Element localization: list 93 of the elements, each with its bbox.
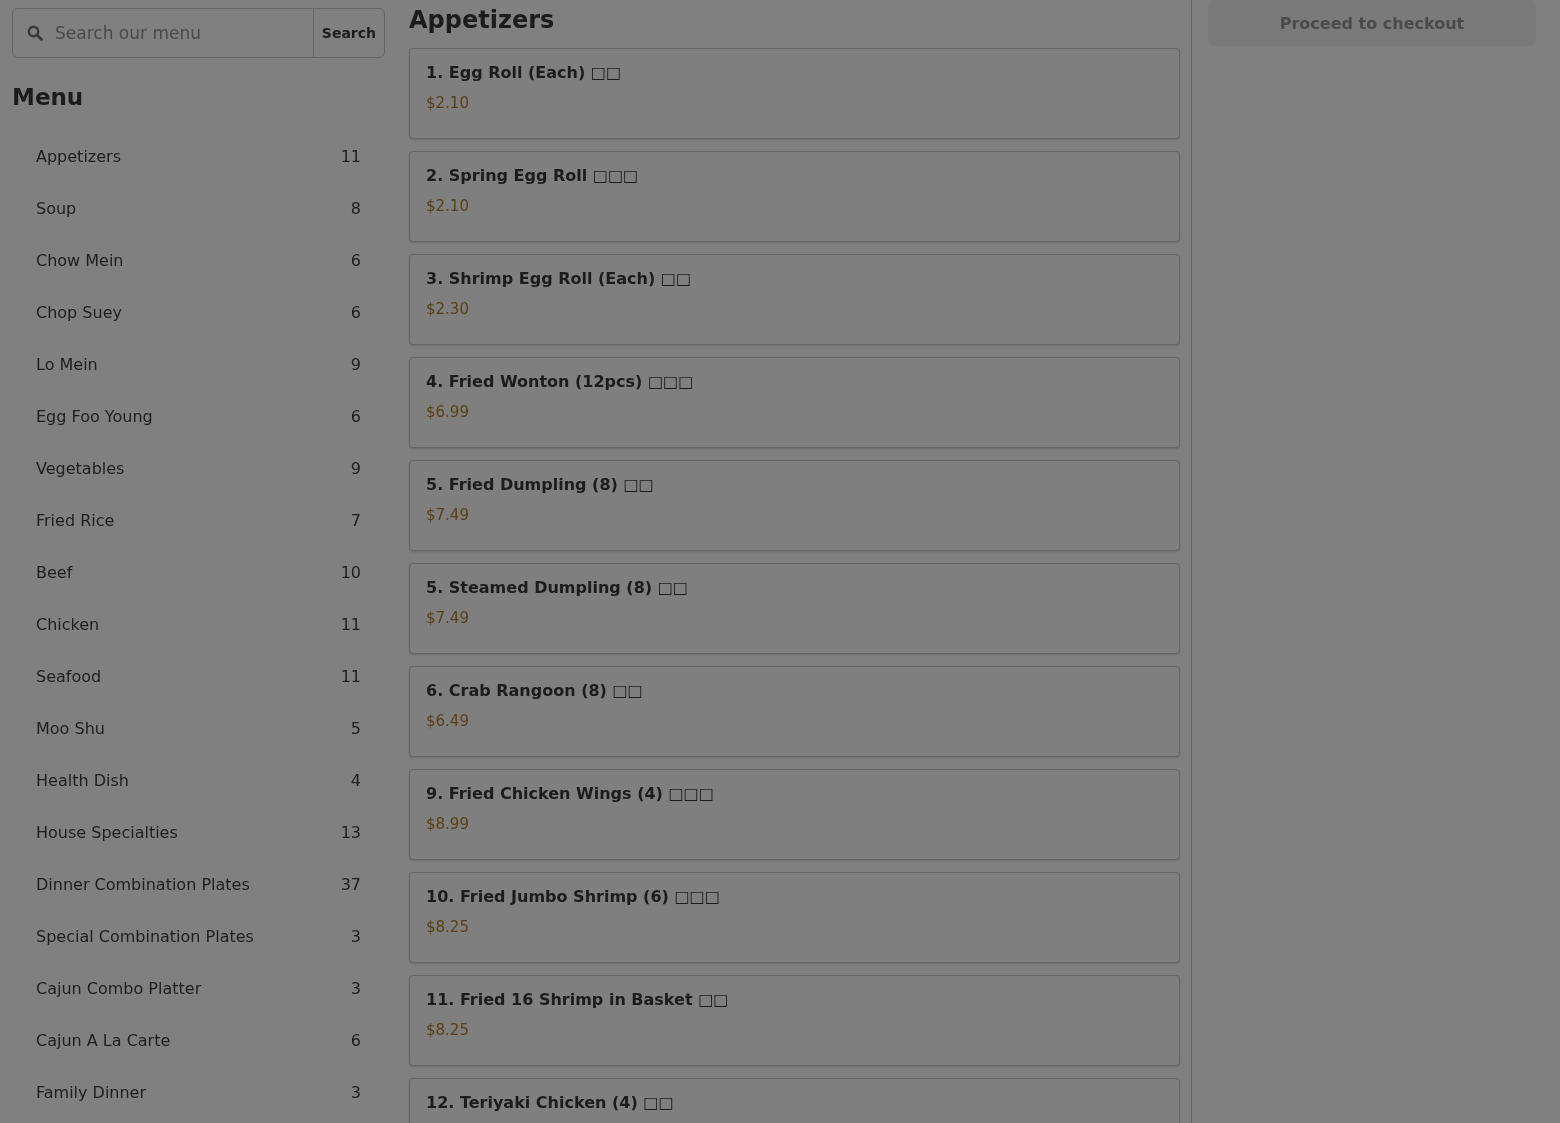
menu-item-card[interactable]: 1. Egg Roll (Each) □□ $2.10 [409,48,1180,139]
item-price: $7.49 [426,609,469,627]
category-name: Moo Shu [36,718,105,738]
item-name: 6. Crab Rangoon (8) □□ [426,681,643,700]
item-count: 3 [350,1082,361,1102]
category-link[interactable]: Family Dinner 3 [12,1066,385,1118]
item-count: 6 [350,406,361,426]
item-count: 3 [350,978,361,998]
menu-item-card[interactable]: 9. Fried Chicken Wings (4) □□□ $8.99 [409,769,1180,860]
category-name: Fried Rice [36,510,115,530]
menu-heading: Menu [12,84,84,110]
item-count: 37 [340,874,361,894]
category-name: Seafood [36,666,102,686]
category-name: Chow Mein [36,250,124,270]
item-price: $8.25 [426,918,469,936]
category-link[interactable]: Dinner Combination Plates 37 [12,858,385,910]
category-name: Cajun Combo Platter [36,978,202,998]
item-count: 7 [350,510,361,530]
menu-item-card[interactable]: 3. Shrimp Egg Roll (Each) □□ $2.30 [409,254,1180,345]
item-count: 10 [340,562,361,582]
category-link[interactable]: House Specialties 13 [12,806,385,858]
item-price: $2.10 [426,94,469,112]
item-count: 11 [340,614,361,634]
category-link[interactable]: Beef 10 [12,546,385,598]
item-count: 5 [350,718,361,738]
category-name: Family Dinner [36,1082,147,1102]
category-link[interactable]: Seafood 11 [12,650,385,702]
section-heading: Appetizers [409,6,555,34]
category-link[interactable]: Appetizers 11 [12,130,385,182]
item-price: $6.49 [426,712,469,730]
item-name: 12. Teriyaki Chicken (4) □□ [426,1093,674,1112]
item-price: $2.10 [426,197,469,215]
item-count: 9 [350,354,361,374]
menu-item-card[interactable]: 12. Teriyaki Chicken (4) □□ [409,1078,1180,1123]
item-count: 4 [350,770,361,790]
category-link[interactable]: Chicken 11 [12,598,385,650]
item-name: 5. Steamed Dumpling (8) □□ [426,578,688,597]
category-link[interactable]: Health Dish 4 [12,754,385,806]
category-name: Vegetables [36,458,125,478]
search-button[interactable]: Search [312,9,384,57]
item-name: 1. Egg Roll (Each) □□ [426,63,622,82]
menu-item-card[interactable]: 11. Fried 16 Shrimp in Basket □□ $8.25 [409,975,1180,1066]
item-price: $2.30 [426,300,469,318]
category-name: Chicken [36,614,100,634]
category-link[interactable]: Chop Suey 6 [12,286,385,338]
item-name: 4. Fried Wonton (12pcs) □□□ [426,372,694,391]
category-name: Appetizers [36,146,121,166]
menu-item-card[interactable]: 4. Fried Wonton (12pcs) □□□ $6.99 [409,357,1180,448]
item-count: 9 [350,458,361,478]
category-name: Lo Mein [36,354,98,374]
item-name: 10. Fried Jumbo Shrimp (6) □□□ [426,887,720,906]
category-link[interactable]: Soup 8 [12,182,385,234]
category-link[interactable]: Egg Foo Young 6 [12,390,385,442]
category-name: Chop Suey [36,302,122,322]
category-name: Health Dish [36,770,129,790]
category-link[interactable]: Fried Rice 7 [12,494,385,546]
menu-item-card[interactable]: 5. Fried Dumpling (8) □□ $7.49 [409,460,1180,551]
category-link[interactable]: Cajun A La Carte 6 [12,1014,385,1066]
category-link[interactable]: Cajun Combo Platter 3 [12,962,385,1014]
item-price: $8.25 [426,1021,469,1039]
category-link[interactable]: Special Combination Plates 3 [12,910,385,962]
item-name: 11. Fried 16 Shrimp in Basket □□ [426,990,729,1009]
item-count: 6 [350,302,361,322]
menu-item-card[interactable]: 2. Spring Egg Roll □□□ $2.10 [409,151,1180,242]
item-count: 13 [340,822,361,842]
menu-item-card[interactable]: 6. Crab Rangoon (8) □□ $6.49 [409,666,1180,757]
item-price: $6.99 [426,403,469,421]
item-price: $8.99 [426,815,469,833]
item-name: 5. Fried Dumpling (8) □□ [426,475,654,494]
item-count: 3 [350,926,361,946]
category-name: Soup [36,198,77,218]
menu-item-card[interactable]: 5. Steamed Dumpling (8) □□ $7.49 [409,563,1180,654]
item-price: $7.49 [426,506,469,524]
item-name: 9. Fried Chicken Wings (4) □□□ [426,784,714,803]
category-name: Egg Foo Young [36,406,153,426]
item-count: 11 [340,146,361,166]
category-name: Special Combination Plates [36,926,254,946]
menu-item-card[interactable]: 10. Fried Jumbo Shrimp (6) □□□ $8.25 [409,872,1180,963]
category-name: Cajun A La Carte [36,1030,171,1050]
item-name: 3. Shrimp Egg Roll (Each) □□ [426,269,692,288]
category-link[interactable]: Vegetables 9 [12,442,385,494]
item-count: 8 [350,198,361,218]
category-name: Beef [36,562,73,582]
category-name: Dinner Combination Plates [36,874,250,894]
category-link[interactable]: Chow Mein 6 [12,234,385,286]
item-count: 11 [340,666,361,686]
category-link[interactable]: Moo Shu 5 [12,702,385,754]
category-link[interactable]: Lo Mein 9 [12,338,385,390]
item-name: 2. Spring Egg Roll □□□ [426,166,639,185]
item-count: 6 [350,250,361,270]
item-count: 6 [350,1030,361,1050]
category-name: House Specialties [36,822,178,842]
search-icon [27,25,43,41]
